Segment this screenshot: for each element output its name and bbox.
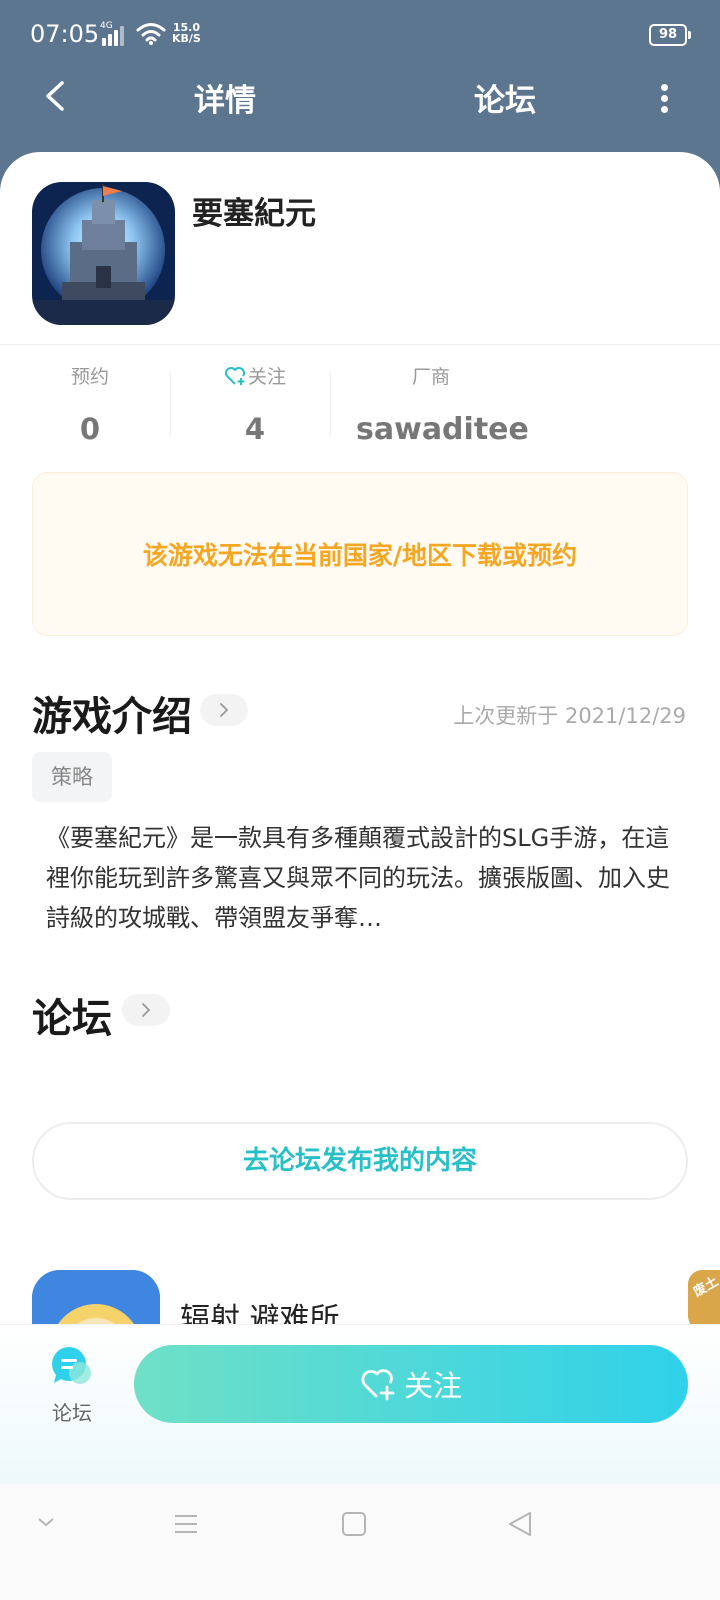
system-nav-bar (0, 1484, 720, 1600)
divider (0, 344, 720, 345)
tab-forum[interactable]: 论坛 (474, 75, 536, 120)
stat-vendor-label: 厂商 (411, 366, 450, 388)
clock: 07:05 (30, 20, 100, 48)
bottom-action-bar: 论坛 关注 (0, 1324, 720, 1484)
tab-details[interactable]: 详情 (194, 75, 256, 120)
heart-plus-icon (361, 1369, 395, 1401)
recommended-game-peek[interactable]: 废土 (688, 1270, 720, 1330)
network-speed: 15.0 KB/S (172, 21, 201, 45)
region-notice-text: 该游戏无法在当前国家/地区下载或预约 (142, 541, 578, 570)
stat-follow-value: 4 (244, 412, 266, 446)
follow-button-label: 关注 (403, 1369, 462, 1403)
intro-title[interactable]: 游戏介绍 (32, 684, 192, 742)
collapse-icon[interactable] (34, 1510, 58, 1534)
forum-title[interactable]: 论坛 (32, 986, 112, 1044)
stat-vendor[interactable]: 厂商 sawaditee (356, 362, 529, 447)
stat-reserve-label: 预约 (70, 366, 109, 388)
cellular-signal-icon: 4G (100, 22, 130, 46)
stat-reserve: 预约 0 (50, 362, 130, 446)
bottom-forum-label: 论坛 (52, 1401, 92, 1425)
bottom-forum-tab[interactable]: 论坛 (36, 1345, 108, 1426)
chevron-right-icon (142, 1003, 151, 1017)
top-nav: 详情 论坛 (0, 70, 720, 150)
genre-tag[interactable]: 策略 (32, 752, 112, 802)
last-updated: 上次更新于 2021/12/29 (453, 704, 686, 728)
follow-button[interactable]: 关注 (134, 1345, 688, 1423)
chat-bubble-icon (52, 1347, 91, 1384)
battery-icon: 98 (649, 24, 691, 46)
back-icon[interactable] (506, 1510, 534, 1538)
network-type: 4G (100, 21, 113, 31)
stat-follow-label: 关注 (247, 366, 286, 388)
stat-follow[interactable]: 关注 4 (200, 362, 310, 446)
more-options-icon[interactable] (650, 78, 680, 118)
wifi-icon (136, 23, 166, 45)
post-to-forum-button[interactable]: 去论坛发布我的内容 (32, 1122, 688, 1200)
stat-vendor-value: sawaditee (356, 412, 529, 447)
stat-divider (170, 372, 171, 436)
intro-more-button[interactable] (200, 694, 248, 726)
back-arrow-icon[interactable] (38, 76, 78, 116)
game-icon (32, 182, 175, 325)
stat-reserve-value: 0 (79, 412, 101, 446)
status-bar: 07:05 4G 15.0 KB/S 98 (0, 0, 720, 70)
menu-icon[interactable] (172, 1510, 200, 1538)
region-notice: 该游戏无法在当前国家/地区下载或预约 (32, 472, 688, 636)
home-icon[interactable] (340, 1510, 368, 1538)
game-description[interactable]: 《要塞紀元》是一款具有多種顛覆式設計的SLG手游，在這裡你能玩到許多驚喜又與眾不… (46, 818, 676, 938)
forum-more-button[interactable] (122, 994, 170, 1026)
game-title: 要塞紀元 (192, 196, 316, 232)
heart-plus-icon (224, 367, 245, 385)
stat-divider (330, 372, 331, 436)
chevron-right-icon (220, 703, 229, 717)
game-stats: 预约 0 关注 4 厂商 sawaditee (0, 362, 720, 462)
